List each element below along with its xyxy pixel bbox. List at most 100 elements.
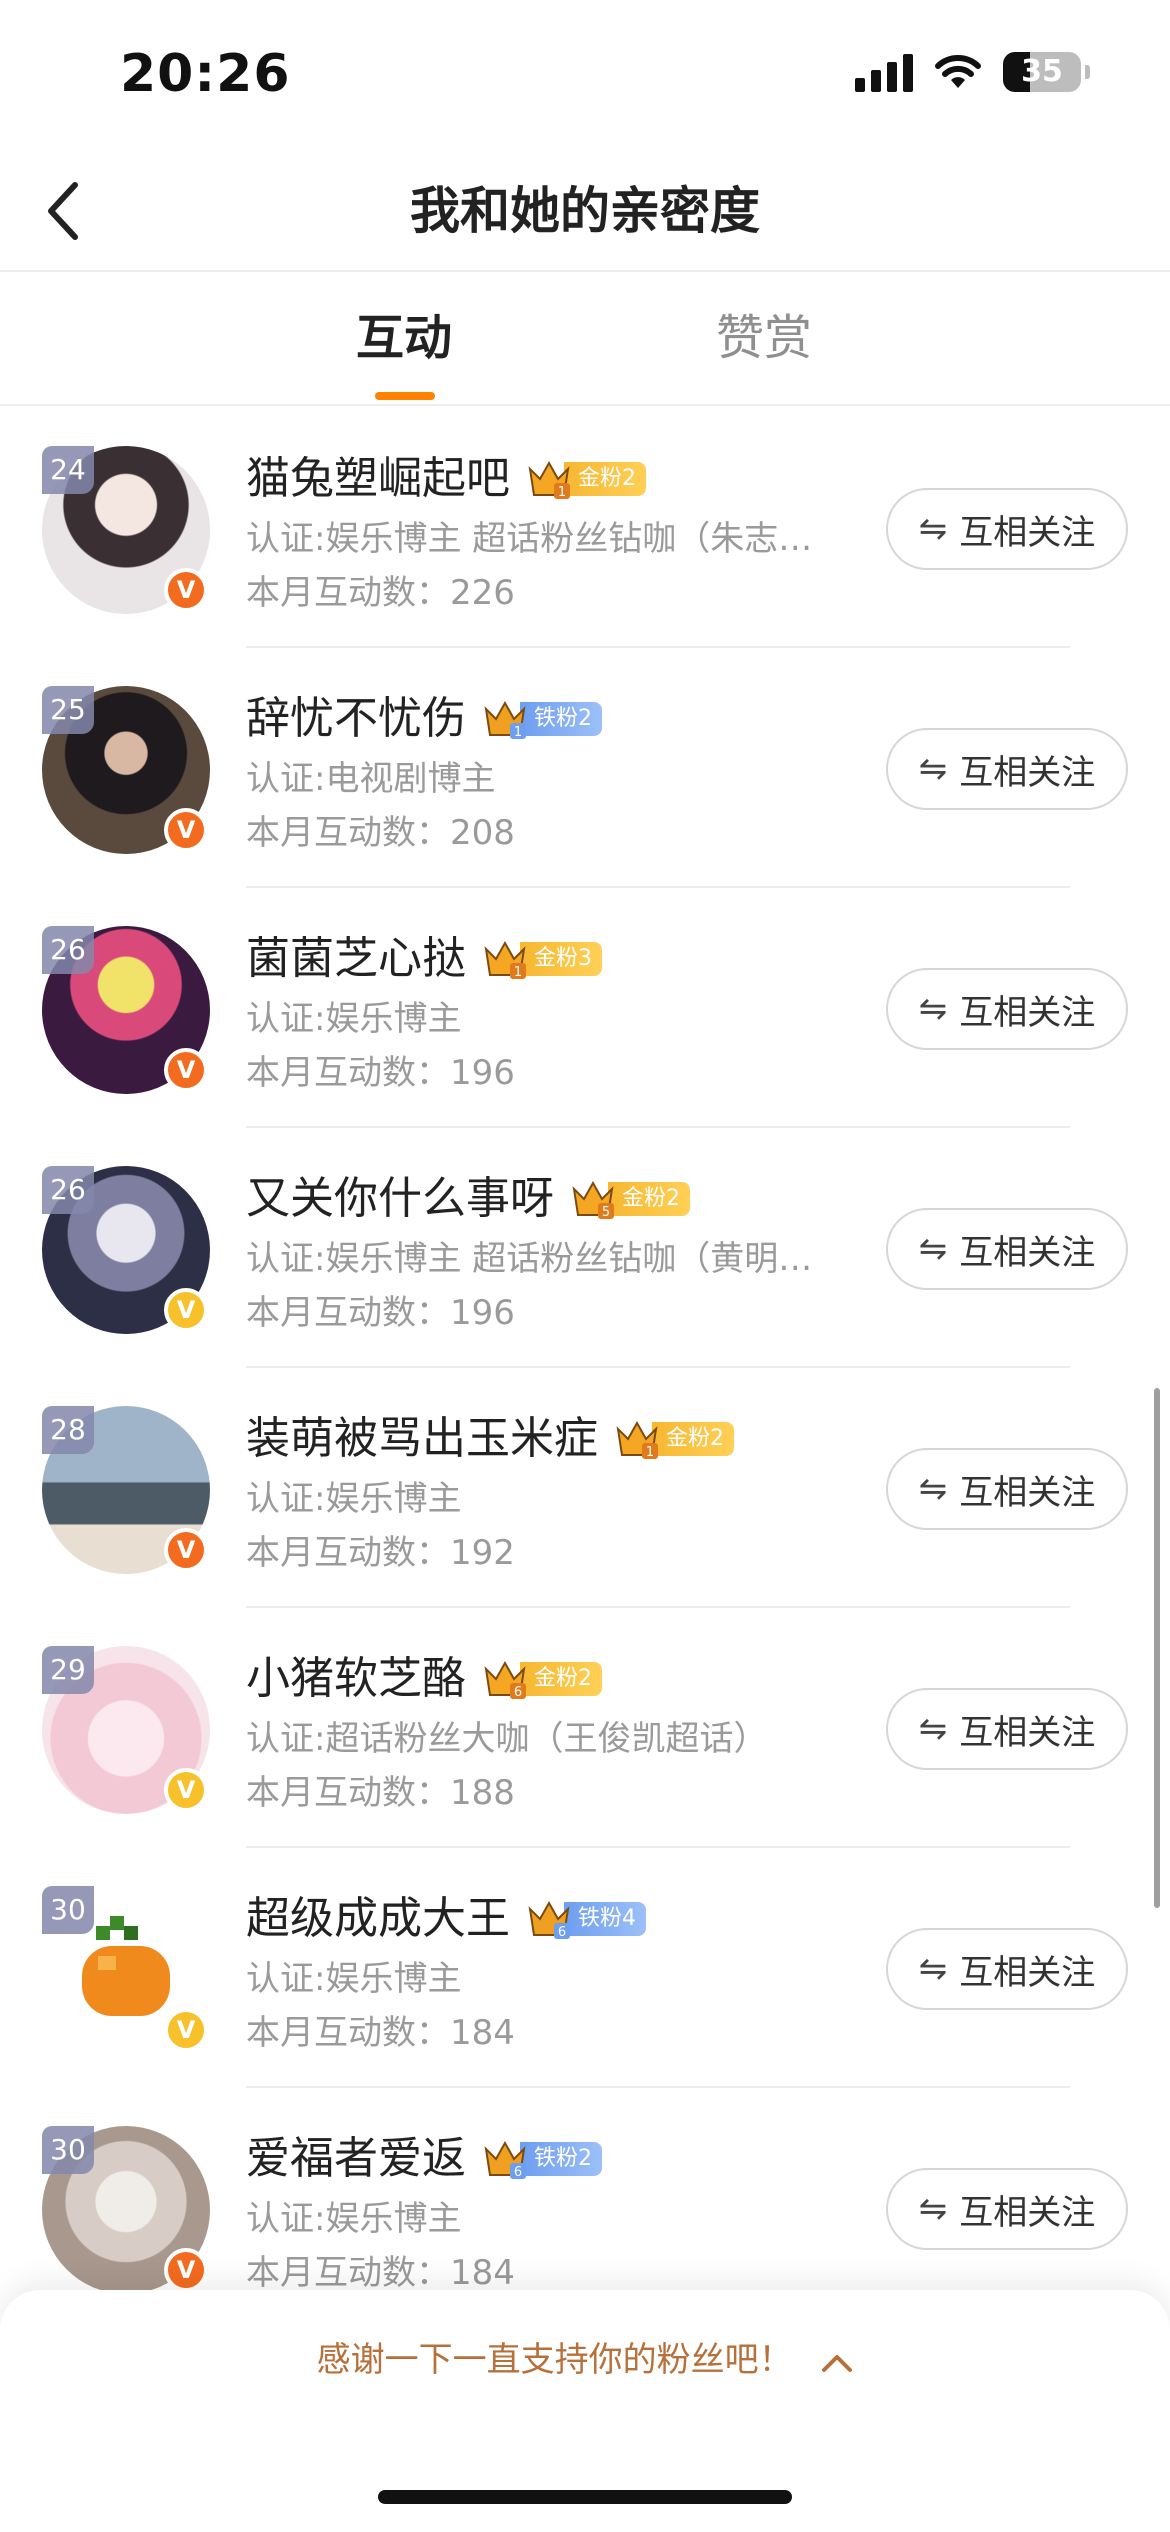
fan-level-badge: 5 金粉2 — [568, 1177, 690, 1221]
avatar[interactable]: 24 V — [42, 446, 210, 614]
fan-list: 24 V 猫兔塑崛起吧 1 金粉2 认证:娱乐博主 超话粉丝钻咖（朱志… 本月互… — [0, 408, 1170, 2328]
certification-text: 认证:电视剧博主 — [246, 759, 496, 799]
verified-badge-icon: V — [164, 1528, 208, 1572]
certification-text: 认证:娱乐博主 — [246, 1959, 462, 1999]
mutual-follow-button[interactable]: ⇋ 互相关注 — [886, 1928, 1128, 2010]
status-bar: 20:26 35 — [0, 0, 1170, 150]
interaction-count: 本月互动数：188 — [246, 1773, 515, 1813]
fan-name[interactable]: 菌菌芝心挞 — [246, 926, 466, 992]
interaction-count: 本月互动数：184 — [246, 2013, 515, 2053]
scrollbar[interactable] — [1154, 1388, 1160, 1908]
swap-arrows-icon: ⇋ — [918, 2189, 948, 2229]
verified-badge-icon: V — [164, 568, 208, 612]
mutual-follow-button[interactable]: ⇋ 互相关注 — [886, 968, 1128, 1050]
mutual-follow-label: 互相关注 — [959, 2192, 1096, 2233]
crown-icon: 6 — [480, 1657, 530, 1701]
mutual-follow-button[interactable]: ⇋ 互相关注 — [886, 488, 1128, 570]
mutual-follow-button[interactable]: ⇋ 互相关注 — [886, 2168, 1128, 2250]
verified-badge-icon: V — [164, 2248, 208, 2292]
avatar[interactable]: 30 V — [42, 2126, 210, 2294]
fan-tag: 金粉2 — [564, 462, 646, 496]
fan-name[interactable]: 辞忧不忧伤 — [246, 686, 466, 752]
back-chevron-icon[interactable] — [28, 176, 98, 246]
fan-name[interactable]: 小猪软芝酪 — [246, 1646, 466, 1712]
fan-name[interactable]: 猫兔塑崛起吧 — [246, 446, 510, 512]
certification-text: 认证:娱乐博主 — [246, 999, 462, 1039]
battery-icon: 35 — [1003, 52, 1081, 92]
page-title: 我和她的亲密度 — [410, 182, 760, 240]
avatar[interactable]: 30 V — [42, 1886, 210, 2054]
certification-text: 认证:娱乐博主 超话粉丝钻咖（黄明… — [246, 1239, 813, 1279]
mutual-follow-button[interactable]: ⇋ 互相关注 — [886, 728, 1128, 810]
badge-level-number: 6 — [514, 2165, 522, 2180]
fan-tag: 金粉2 — [520, 1662, 602, 1696]
fan-level-badge: 1 铁粉2 — [480, 699, 602, 740]
avatar[interactable]: 28 V — [42, 1406, 210, 1574]
swap-arrows-icon: ⇋ — [918, 989, 948, 1029]
fan-info: 超级成成大王 6 铁粉4 认证:娱乐博主 本月互动数：184 — [246, 1886, 866, 2060]
fan-tag: 铁粉2 — [520, 702, 602, 736]
mutual-follow-label: 互相关注 — [959, 752, 1096, 793]
list-item[interactable]: 28 V 装萌被骂出玉米症 1 金粉2 认证:娱乐博主 本月互动数：192 ⇋ … — [0, 1368, 1170, 1608]
fan-level-badge: 6 金粉2 — [480, 1657, 602, 1701]
crown-icon: 5 — [568, 1177, 618, 1221]
mutual-follow-button[interactable]: ⇋ 互相关注 — [886, 1208, 1128, 1290]
crown-icon: 6 — [524, 1897, 574, 1941]
avatar[interactable]: 25 V — [42, 686, 210, 854]
mutual-follow-label: 互相关注 — [959, 1472, 1096, 1513]
fan-level-badge: 1 金粉2 — [524, 459, 646, 500]
swap-arrows-icon: ⇋ — [918, 509, 948, 549]
avatar[interactable]: 26 V — [42, 1166, 210, 1334]
fan-info: 又关你什么事呀 5 金粉2 认证:娱乐博主 超话粉丝钻咖（黄明… 本月互动数：1… — [246, 1166, 866, 1340]
badge-level-number: 5 — [602, 1205, 610, 1220]
list-item[interactable]: 24 V 猫兔塑崛起吧 1 金粉2 认证:娱乐博主 超话粉丝钻咖（朱志… 本月互… — [0, 408, 1170, 648]
badge-level-number: 1 — [646, 1445, 654, 1460]
cellular-signal-icon — [855, 52, 913, 92]
rank-badge: 30 — [42, 2126, 94, 2174]
avatar[interactable]: 26 V — [42, 926, 210, 1094]
rank-badge: 25 — [42, 686, 94, 734]
swap-arrows-icon: ⇋ — [918, 1469, 948, 1509]
chevron-up-icon — [821, 2332, 853, 2392]
certification-text: 认证:娱乐博主 超话粉丝钻咖（朱志… — [246, 519, 813, 559]
badge-level-number: 1 — [514, 965, 522, 980]
crown-icon: 1 — [480, 937, 530, 981]
interaction-count: 本月互动数：192 — [246, 1533, 515, 1573]
status-time: 20:26 — [120, 44, 291, 104]
fan-info: 辞忧不忧伤 1 铁粉2 认证:电视剧博主 本月互动数：208 — [246, 686, 866, 860]
battery-level: 35 — [1021, 54, 1063, 89]
mutual-follow-button[interactable]: ⇋ 互相关注 — [886, 1448, 1128, 1530]
verified-badge-icon: V — [164, 1768, 208, 1812]
fan-name[interactable]: 又关你什么事呀 — [246, 1166, 554, 1232]
fan-info: 爱福者爱返 6 铁粉2 认证:娱乐博主 本月互动数：184 — [246, 2126, 866, 2300]
thanks-prompt[interactable]: 感谢一下一直支持你的粉丝吧！ — [0, 2330, 1170, 2392]
mutual-follow-label: 互相关注 — [959, 1232, 1096, 1273]
mutual-follow-button[interactable]: ⇋ 互相关注 — [886, 1688, 1128, 1770]
verified-badge-icon: V — [164, 1048, 208, 1092]
tab-interaction[interactable]: 互动 — [356, 308, 452, 368]
list-item[interactable]: 26 V 菌菌芝心挞 1 金粉3 认证:娱乐博主 本月互动数：196 ⇋ 互相关… — [0, 888, 1170, 1128]
verified-badge-icon: V — [164, 1288, 208, 1332]
interaction-count: 本月互动数：196 — [246, 1293, 515, 1333]
list-item[interactable]: 25 V 辞忧不忧伤 1 铁粉2 认证:电视剧博主 本月互动数：208 ⇋ 互相… — [0, 648, 1170, 888]
list-item[interactable]: 29 V 小猪软芝酪 6 金粉2 认证:超话粉丝大咖（王俊凯超话） 本月互动数：… — [0, 1608, 1170, 1848]
fan-name[interactable]: 装萌被骂出玉米症 — [246, 1406, 598, 1472]
status-indicators: 35 — [855, 52, 1090, 92]
interaction-count: 本月互动数：226 — [246, 573, 515, 613]
tab-reward[interactable]: 赞赏 — [716, 308, 812, 368]
certification-text: 认证:超话粉丝大咖（王俊凯超话） — [246, 1719, 768, 1759]
avatar[interactable]: 29 V — [42, 1646, 210, 1814]
list-item[interactable]: 26 V 又关你什么事呀 5 金粉2 认证:娱乐博主 超话粉丝钻咖（黄明… 本月… — [0, 1128, 1170, 1368]
interaction-count: 本月互动数：196 — [246, 1053, 515, 1093]
fan-name[interactable]: 爱福者爱返 — [246, 2126, 466, 2192]
list-item[interactable]: 30 V 超级成成大王 6 铁粉4 认证:娱乐博主 本月互动数：184 ⇋ 互相… — [0, 1848, 1170, 2088]
fan-name[interactable]: 超级成成大王 — [246, 1886, 510, 1952]
rank-badge: 24 — [42, 446, 94, 494]
fan-level-badge: 6 铁粉2 — [480, 2139, 602, 2180]
badge-level-number: 6 — [558, 1925, 566, 1940]
mutual-follow-label: 互相关注 — [959, 1952, 1096, 1993]
badge-level-number: 6 — [514, 1685, 522, 1700]
mutual-follow-label: 互相关注 — [959, 992, 1096, 1033]
rank-badge: 26 — [42, 926, 94, 974]
tab-bar: 互动 赞赏 — [0, 272, 1170, 406]
